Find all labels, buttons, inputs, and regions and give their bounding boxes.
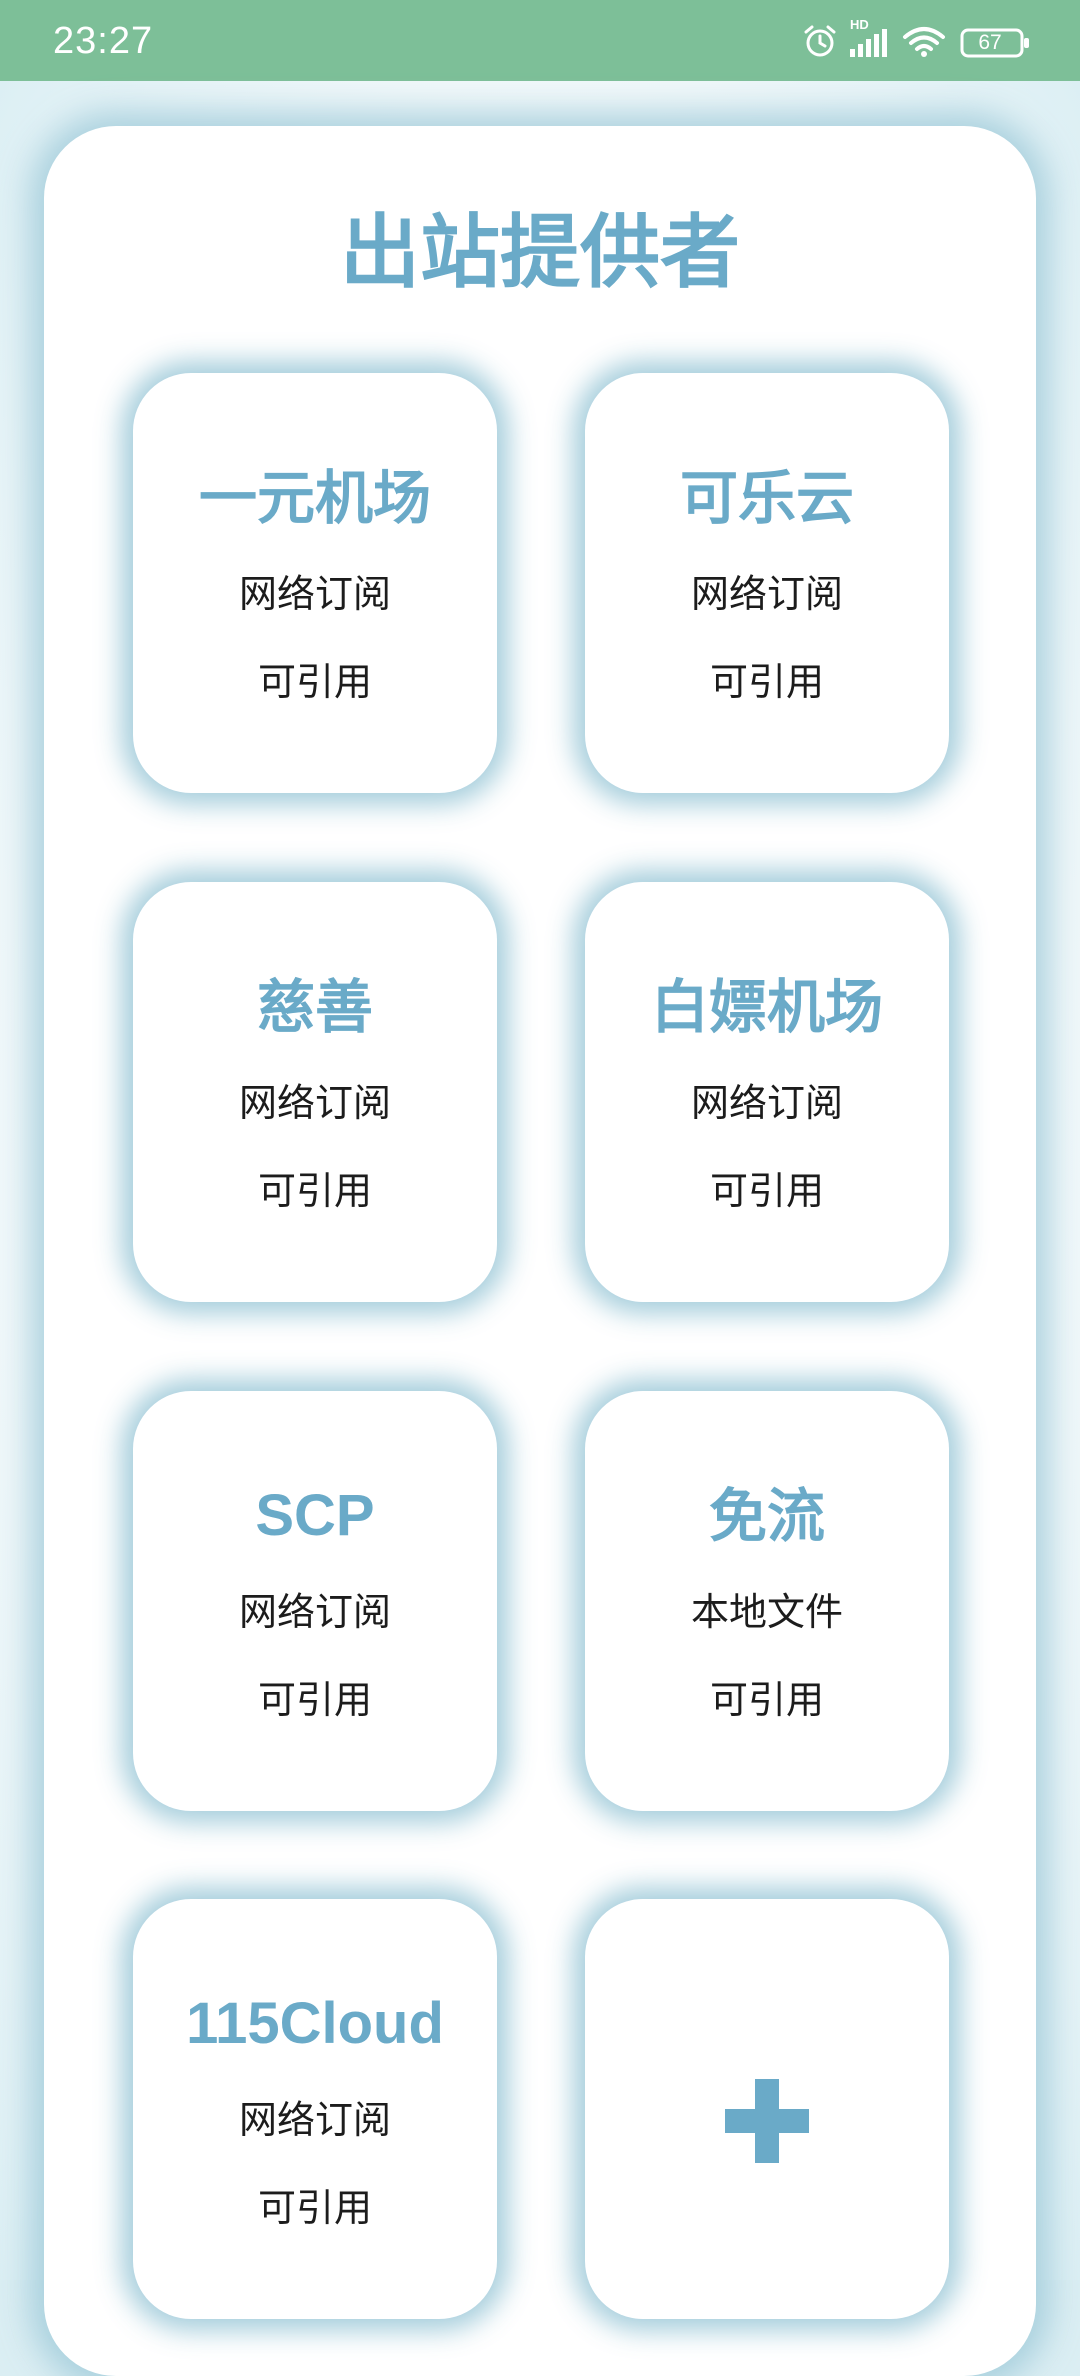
status-icons: HD 67 (802, 17, 1032, 61)
provider-card[interactable]: 115Cloud 网络订阅 可引用 (133, 1899, 497, 2319)
status-time: 23:27 (53, 20, 154, 62)
provider-name: 一元机场 (198, 464, 431, 532)
provider-status: 可引用 (257, 1169, 372, 1213)
provider-name: 115Cloud (186, 1991, 444, 2056)
wifi-icon (903, 27, 945, 57)
provider-type: 网络订阅 (238, 2098, 391, 2142)
provider-name: SCP (255, 1483, 375, 1548)
provider-card[interactable]: 慈善 网络订阅 可引用 (133, 882, 497, 1302)
provider-type: 网络订阅 (238, 1081, 391, 1125)
provider-name: 可乐云 (679, 464, 854, 532)
provider-type: 网络订阅 (690, 1081, 843, 1125)
plus-icon (725, 2079, 809, 2163)
provider-type: 网络订阅 (238, 572, 391, 616)
provider-status: 可引用 (709, 660, 824, 704)
provider-status: 可引用 (709, 1678, 824, 1722)
provider-card[interactable]: 免流 本地文件 可引用 (585, 1391, 949, 1811)
provider-type: 网络订阅 (238, 1590, 391, 1634)
cellular-signal-icon (850, 29, 887, 57)
provider-status: 可引用 (257, 1678, 372, 1722)
status-bar: 23:27 HD 67 (0, 0, 1080, 81)
provider-status: 可引用 (257, 660, 372, 704)
alarm-icon (804, 25, 836, 57)
provider-type: 网络订阅 (690, 572, 843, 616)
provider-card[interactable]: 白嫖机场 网络订阅 可引用 (585, 882, 949, 1302)
page-title: 出站提供者 (340, 206, 740, 299)
provider-card[interactable]: SCP 网络订阅 可引用 (133, 1391, 497, 1811)
provider-type: 本地文件 (690, 1590, 843, 1634)
provider-card[interactable]: 一元机场 网络订阅 可引用 (133, 373, 497, 793)
provider-status: 可引用 (709, 1169, 824, 1213)
provider-name: 慈善 (256, 973, 373, 1041)
battery-icon: 67 (960, 27, 1032, 59)
battery-level: 67 (978, 31, 1002, 54)
add-provider-button[interactable] (585, 1899, 949, 2319)
provider-name: 免流 (708, 1482, 825, 1550)
provider-card[interactable]: 可乐云 网络订阅 可引用 (585, 373, 949, 793)
provider-name: 白嫖机场 (650, 973, 883, 1041)
provider-status: 可引用 (257, 2186, 372, 2230)
